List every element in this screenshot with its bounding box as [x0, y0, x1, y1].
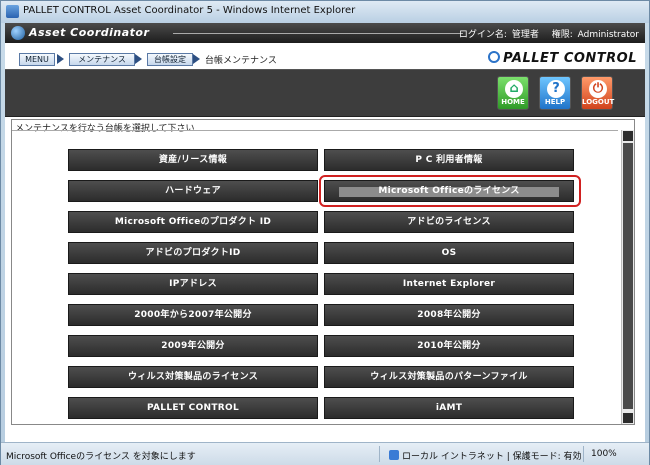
breadcrumb: MENU メンテナンス 台帳設定 台帳メンテナンス PALLET CONTROL: [5, 43, 645, 69]
scroll-down-icon[interactable]: [623, 413, 633, 423]
pallet-control-logo-icon: [488, 51, 501, 63]
ledger-button-pallet-control[interactable]: PALLET CONTROL: [68, 397, 318, 419]
ledger-button-adobe-license[interactable]: アドビのライセンス: [324, 211, 574, 233]
vertical-scrollbar[interactable]: [621, 130, 634, 424]
brand-name: PALLET CONTROL: [503, 51, 637, 66]
intranet-zone-icon: [389, 450, 399, 460]
ledger-panel: メンテナンスを行なう台帳を選択して下さい 資産/リース情報 ハードウェア Mic…: [11, 119, 635, 425]
ledger-button-os[interactable]: OS: [324, 242, 574, 264]
page-content: Asset Coordinator ログイン名: 管理者 権限: Adminis…: [5, 23, 645, 442]
ledger-button-antivirus-license[interactable]: ウィルス対策製品のライセンス: [68, 366, 318, 388]
zoom-level[interactable]: 100%: [591, 449, 617, 459]
ledger-grid: 資産/リース情報 ハードウェア Microsoft Officeのプロダクト I…: [12, 130, 618, 425]
logout-label: LOGOUT: [582, 98, 615, 106]
ledger-button-asset-lease[interactable]: 資産/リース情報: [68, 149, 318, 171]
help-label: HELP: [544, 98, 566, 106]
role-value: Administrator: [577, 30, 639, 40]
ledger-button-antivirus-pattern[interactable]: ウィルス対策製品のパターンファイル: [324, 366, 574, 388]
status-text: Microsoft Officeのライセンス を対象にします: [6, 452, 196, 462]
security-zone-label: ローカル イントラネット | 保護モード: 有効: [402, 452, 582, 462]
window-titlebar: PALLET CONTROL Asset Coordinator 5 - Win…: [1, 1, 649, 23]
breadcrumb-current: 台帳メンテナンス: [205, 56, 277, 66]
ledger-button-ip-address[interactable]: IPアドレス: [68, 273, 318, 295]
home-button[interactable]: ⌂ HOME: [497, 76, 529, 110]
browser-window: PALLET CONTROL Asset Coordinator 5 - Win…: [0, 0, 650, 465]
selection-highlight: [319, 175, 581, 207]
breadcrumb-maintenance[interactable]: メンテナンス: [69, 53, 135, 66]
breadcrumb-arrow-icon: [193, 54, 200, 64]
breadcrumb-arrow-icon: [135, 54, 142, 64]
home-label: HOME: [501, 98, 525, 106]
login-value: 管理者: [511, 30, 539, 40]
breadcrumb-arrow-icon: [57, 54, 64, 64]
role-label: 権限:: [551, 30, 573, 40]
ledger-button-2009[interactable]: 2009年公開分: [68, 335, 318, 357]
app-name: Asset Coordinator: [29, 26, 150, 39]
window-title: PALLET CONTROL Asset Coordinator 5 - Win…: [23, 5, 356, 16]
help-icon: ?: [547, 80, 565, 98]
toolbar: ⌂ HOME ? HELP ⏻ LOGOUT: [5, 69, 645, 117]
logout-button[interactable]: ⏻ LOGOUT: [581, 76, 615, 110]
ledger-button-pc-user[interactable]: P C 利用者情報: [324, 149, 574, 171]
breadcrumb-ledger-settings[interactable]: 台帳設定: [147, 53, 193, 66]
ledger-button-2008[interactable]: 2008年公開分: [324, 304, 574, 326]
security-zone[interactable]: ローカル イントラネット | 保護モード: 有効: [389, 449, 582, 462]
scroll-thumb[interactable]: [623, 143, 633, 409]
ledger-button-2000-2007[interactable]: 2000年から2007年公開分: [68, 304, 318, 326]
logout-icon: ⏻: [589, 80, 607, 98]
status-divider: [379, 446, 380, 462]
status-divider: [583, 446, 584, 462]
app-header: Asset Coordinator ログイン名: 管理者 権限: Adminis…: [5, 23, 645, 43]
status-bar: Microsoft Officeのライセンス を対象にします ローカル イントラ…: [1, 442, 649, 465]
asset-coordinator-logo-icon: [11, 26, 25, 40]
ledger-button-office-product-id[interactable]: Microsoft Officeのプロダクト ID: [68, 211, 318, 233]
scroll-up-icon[interactable]: [623, 131, 633, 141]
login-label: ログイン名:: [458, 30, 507, 40]
login-info: ログイン名: 管理者 権限: Administrator: [457, 27, 639, 40]
home-icon: ⌂: [505, 80, 523, 98]
breadcrumb-menu[interactable]: MENU: [19, 53, 55, 66]
ledger-button-2010[interactable]: 2010年公開分: [324, 335, 574, 357]
ledger-button-iamt[interactable]: iAMT: [324, 397, 574, 419]
ie-icon: [6, 5, 19, 18]
help-button[interactable]: ? HELP: [539, 76, 571, 110]
ledger-button-hardware[interactable]: ハードウェア: [68, 180, 318, 202]
ledger-button-adobe-product-id[interactable]: アドビのプロダクトID: [68, 242, 318, 264]
header-divider: [173, 33, 463, 34]
brand-logo: PALLET CONTROL: [488, 51, 637, 66]
ledger-button-internet-explorer[interactable]: Internet Explorer: [324, 273, 574, 295]
